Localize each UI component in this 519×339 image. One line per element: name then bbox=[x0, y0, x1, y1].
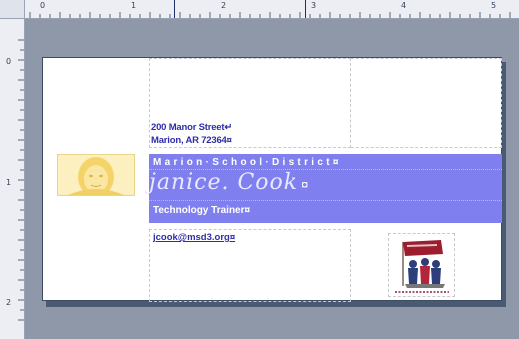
ruler-number: 0 bbox=[40, 1, 46, 10]
ruler-number: 3 bbox=[311, 1, 317, 10]
ruler-number: 2 bbox=[221, 1, 227, 10]
ruler-number: 2 bbox=[6, 298, 12, 307]
ruler-guide-marker[interactable] bbox=[305, 0, 306, 18]
district-name[interactable]: Marion·School·District¤ bbox=[153, 157, 342, 168]
portrait-image bbox=[58, 155, 134, 195]
table-cell[interactable] bbox=[351, 58, 502, 148]
ruler-corner bbox=[0, 0, 25, 19]
vertical-ruler[interactable]: 0 1 2 bbox=[0, 0, 25, 339]
ruler-number: 1 bbox=[6, 178, 12, 187]
ruler-ticks bbox=[18, 39, 24, 321]
ruler-number: 5 bbox=[491, 1, 497, 10]
school-logo[interactable] bbox=[388, 233, 455, 297]
address-line-1[interactable]: 200 Manor Street↵ bbox=[151, 122, 232, 133]
ruler-number: 4 bbox=[401, 1, 407, 10]
person-name[interactable]: janice. Cook ¤ bbox=[149, 170, 309, 195]
person-name-text: janice. Cook bbox=[149, 170, 299, 195]
ruler-number: 0 bbox=[6, 57, 12, 66]
ruler-number: 1 bbox=[131, 1, 137, 10]
job-title[interactable]: Technology Trainer¤ bbox=[153, 205, 250, 216]
business-card-page[interactable]: 200 Manor Street↵ Marion, AR 72364¤ Mari… bbox=[42, 57, 502, 302]
ruler-ticks bbox=[29, 12, 511, 18]
email-link[interactable]: jcook@msd3.org¤ bbox=[153, 232, 235, 243]
paragraph-mark: ¤ bbox=[301, 177, 310, 192]
address-line-2[interactable]: Marion, AR 72364¤ bbox=[151, 135, 232, 146]
patriot-mascot-icon bbox=[395, 240, 449, 293]
ruler-guide-marker[interactable] bbox=[174, 0, 175, 18]
horizontal-ruler[interactable]: 0 1 2 3 4 5 bbox=[0, 0, 519, 19]
portrait-photo[interactable] bbox=[57, 154, 135, 196]
